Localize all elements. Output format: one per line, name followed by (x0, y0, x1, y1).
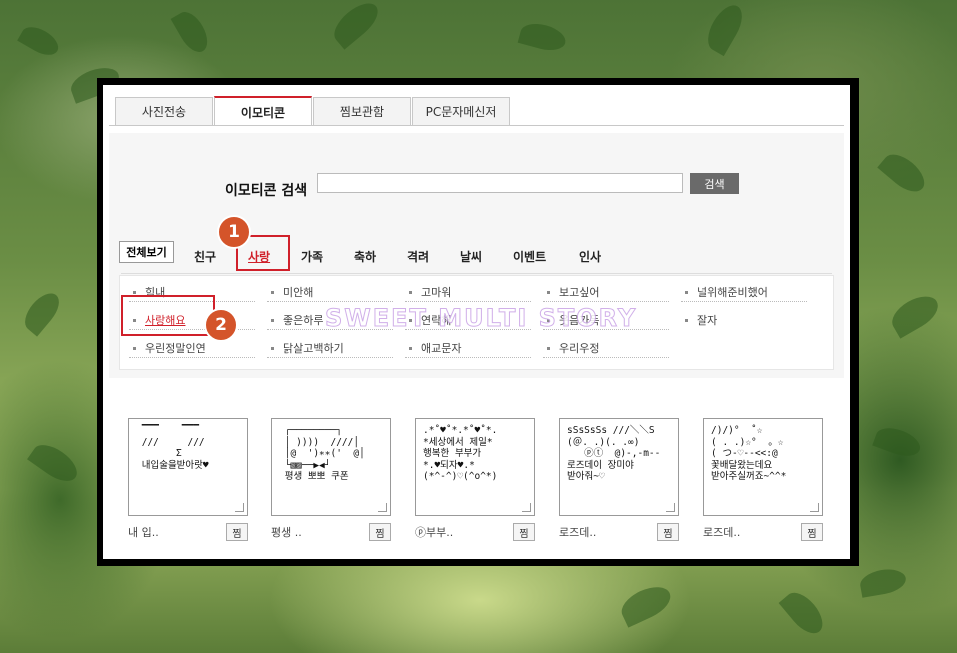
category-cheer[interactable]: 격려 (407, 248, 429, 265)
category-all-button[interactable]: 전체보기 (119, 241, 174, 263)
tab-pc-messenger[interactable]: PC문자메신저 (412, 97, 510, 125)
search-button[interactable]: 검색 (690, 173, 739, 194)
search-input[interactable] (317, 173, 683, 193)
content-panel: 사진전송 이모티콘 찜보관함 PC문자메신저 이모티콘 검색 검색 전체보기 친… (103, 85, 850, 559)
subcategory-item[interactable]: 보고싶어 (547, 284, 599, 300)
emoticon-card[interactable]: ┌────────┐ │ )))) ////│ │@ ')∗∗(' @│ └▧▨… (271, 418, 391, 516)
resize-handle-icon (522, 503, 531, 512)
tab-bar: 사진전송 이모티콘 찜보관함 PC문자메신저 (103, 85, 850, 127)
category-family[interactable]: 가족 (301, 248, 323, 265)
step-badge-2: 2 (204, 308, 238, 342)
divider (405, 357, 531, 358)
favorite-button[interactable]: 찜 (369, 523, 391, 541)
subcategory-item[interactable]: 우리우정 (547, 340, 599, 356)
resize-handle-icon (810, 503, 819, 512)
divider (681, 301, 807, 302)
divider (543, 357, 669, 358)
divider (543, 301, 669, 302)
tab-divider (109, 125, 844, 126)
category-congrats[interactable]: 축하 (354, 248, 376, 265)
emoticon-art: sSsSsSs ///＼＼S (＠. .)(. .∞) ⓟⓣ @)-,-m-- … (567, 425, 661, 482)
category-event[interactable]: 이벤트 (513, 248, 546, 265)
subcategory-item[interactable]: 좋은하루 (271, 312, 323, 328)
tab-photo-send[interactable]: 사진전송 (115, 97, 213, 125)
emoticon-caption: 내 입.. (128, 526, 159, 539)
search-label: 이모티콘 검색 (225, 183, 308, 199)
subcategory-item[interactable]: 미안해 (271, 284, 313, 300)
favorite-button[interactable]: 찜 (226, 523, 248, 541)
resize-handle-icon (378, 503, 387, 512)
emoticon-art: /)/)° ˚☆ ( . .)☆° 。☆ ( つ-♡--<<:@ 꽃배달왔는데요… (711, 425, 787, 482)
favorite-button[interactable]: 찜 (657, 523, 679, 541)
emoticon-card[interactable]: ▔▔▔ ▔▔▔ /// /// Σ 내입술을받아랏♥ (128, 418, 248, 516)
category-greeting[interactable]: 인사 (579, 248, 601, 265)
subcategory-item[interactable]: 고마워 (409, 284, 451, 300)
tab-favorites[interactable]: 찜보관함 (313, 97, 411, 125)
tab-emoticon[interactable]: 이모티콘 (214, 96, 312, 126)
step-badge-1: 1 (217, 215, 251, 249)
subcategory-item[interactable]: 우린정말인연 (133, 340, 206, 356)
favorite-button[interactable]: 찜 (513, 523, 535, 541)
resize-handle-icon (235, 503, 244, 512)
emoticon-caption: 로즈데.. (703, 526, 741, 539)
emoticon-caption: 평생 .. (271, 526, 302, 539)
emoticon-art: ▔▔▔ ▔▔▔ /// /// Σ 내입술을받아랏♥ (141, 425, 209, 471)
subcategory-item[interactable]: 닭살고백하기 (271, 340, 344, 356)
divider (129, 357, 255, 358)
emoticon-art: ┌────────┐ │ )))) ////│ │@ ')∗∗(' @│ └▧▨… (284, 425, 365, 482)
subcategory-item[interactable]: 애교문자 (409, 340, 461, 356)
divider (267, 301, 393, 302)
subcategory-item[interactable]: 잘자 (685, 312, 717, 328)
favorite-button[interactable]: 찜 (801, 523, 823, 541)
emoticon-art: .*˚♥˚*.*˚♥˚*. *세상에서 제일* 행복한 부부가 *.♥되자♥.*… (423, 425, 498, 482)
emoticon-card[interactable]: /)/)° ˚☆ ( . .)☆° 。☆ ( つ-♡--<<:@ 꽃배달왔는데요… (703, 418, 823, 516)
emoticon-caption: 로즈데.. (559, 526, 597, 539)
category-friend[interactable]: 친구 (194, 248, 216, 265)
subcategory-item[interactable]: 널위해준비했어 (685, 284, 768, 300)
highlight-box-subcategory (121, 295, 215, 336)
emoticon-caption: ⓟ부부.. (415, 526, 454, 539)
emoticon-card[interactable]: sSsSsSs ///＼＼S (＠. .)(. .∞) ⓟⓣ @)-,-m-- … (559, 418, 679, 516)
resize-handle-icon (666, 503, 675, 512)
content-window: 사진전송 이모티콘 찜보관함 PC문자메신저 이모티콘 검색 검색 전체보기 친… (97, 78, 859, 566)
category-weather[interactable]: 날씨 (460, 248, 482, 265)
divider (405, 301, 531, 302)
watermark: SWEET MULTI STORY (324, 304, 638, 333)
divider (267, 357, 393, 358)
emoticon-card[interactable]: .*˚♥˚*.*˚♥˚*. *세상에서 제일* 행복한 부부가 *.♥되자♥.*… (415, 418, 535, 516)
